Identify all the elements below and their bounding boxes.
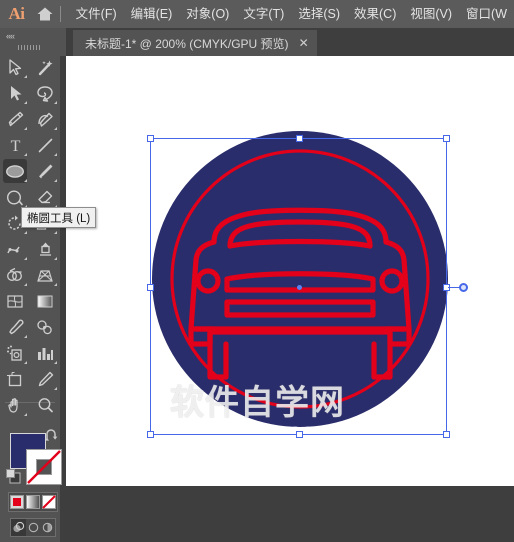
gradient-tool[interactable] xyxy=(30,288,60,314)
tool-flyout-corner-icon xyxy=(24,127,27,130)
tool-flyout-corner-icon xyxy=(24,231,27,234)
menu-select[interactable]: 选择(S) xyxy=(291,0,347,28)
tool-tooltip-label: 椭圆工具 (L) xyxy=(27,212,91,225)
none-slash-icon xyxy=(27,450,61,484)
handle-top-left[interactable] xyxy=(147,135,154,142)
draw-normal-button[interactable] xyxy=(11,519,26,536)
swap-fill-stroke-icon[interactable] xyxy=(44,429,58,447)
handle-bottom-right[interactable] xyxy=(443,431,450,438)
none-button[interactable] xyxy=(41,493,57,511)
selection-bounding-box xyxy=(147,135,468,438)
document-tab-label: 未标题-1* @ 200% (CMYK/GPU 预览) xyxy=(85,36,289,51)
menu-bar: Ai 文件(F) 编辑(E) 对象(O) 文字(T) 选择(S) 效果(C) 视… xyxy=(0,0,514,28)
tool-flyout-corner-icon xyxy=(54,387,57,390)
tool-flyout-corner-icon xyxy=(24,361,27,364)
svg-text:T: T xyxy=(10,138,20,154)
handle-top-center[interactable] xyxy=(296,135,303,142)
menu-window[interactable]: 窗口(W xyxy=(459,0,514,28)
column-graph-tool[interactable] xyxy=(30,340,60,366)
tool-flyout-corner-icon xyxy=(54,153,57,156)
mesh-tool[interactable] xyxy=(0,288,30,314)
blend-tool[interactable] xyxy=(30,314,60,340)
fill-type-buttons xyxy=(8,492,58,512)
shape-builder-tool[interactable] xyxy=(0,262,30,288)
perspective-grid-tool[interactable] xyxy=(30,262,60,288)
menu-object[interactable]: 对象(O) xyxy=(179,0,236,28)
symbol-sprayer-tool[interactable] xyxy=(0,340,30,366)
width-tool[interactable] xyxy=(0,236,30,262)
menu-effect[interactable]: 效果(C) xyxy=(347,0,403,28)
tool-tooltip: 椭圆工具 (L) xyxy=(21,207,97,228)
center-anchor-point xyxy=(297,285,302,290)
menu-type[interactable]: 文字(T) xyxy=(236,0,291,28)
tool-flyout-corner-icon xyxy=(54,361,57,364)
selection-tool[interactable] xyxy=(0,54,30,80)
paintbrush-tool[interactable] xyxy=(30,158,60,184)
app-logo: Ai xyxy=(8,4,26,23)
gradient-button[interactable] xyxy=(25,493,41,511)
tool-flyout-corner-icon xyxy=(24,335,27,338)
tool-flyout-corner-icon xyxy=(24,75,27,78)
handle-top-right[interactable] xyxy=(443,135,450,142)
document-tab[interactable]: 未标题-1* @ 200% (CMYK/GPU 预览) ✕ xyxy=(73,30,317,56)
artboard-tool[interactable] xyxy=(0,366,30,392)
solid-color-button[interactable] xyxy=(9,493,25,511)
free-transform-tool[interactable] xyxy=(30,236,60,262)
color-controls xyxy=(0,408,62,542)
draw-behind-button[interactable] xyxy=(26,519,41,536)
slice-tool[interactable] xyxy=(30,366,60,392)
menu-file[interactable]: 文件(F) xyxy=(69,0,124,28)
draw-inside-button[interactable] xyxy=(40,519,55,536)
tool-flyout-corner-icon xyxy=(24,413,27,416)
tool-flyout-corner-icon xyxy=(54,179,57,182)
tool-flyout-corner-icon xyxy=(54,101,57,104)
menu-edit[interactable]: 编辑(E) xyxy=(124,0,180,28)
document-area: 软件自学网 WWW.RJZXW.COM xyxy=(66,56,514,542)
lasso-tool[interactable] xyxy=(30,80,60,106)
tool-flyout-corner-icon xyxy=(24,179,27,182)
tool-flyout-corner-icon xyxy=(24,257,27,260)
ellipse-tool[interactable] xyxy=(0,158,30,184)
tool-flyout-corner-icon xyxy=(54,283,57,286)
document-tab-bar: 未标题-1* @ 200% (CMYK/GPU 预览) ✕ xyxy=(66,28,514,56)
stroke-color-swatch[interactable] xyxy=(26,449,62,485)
illustrator-window: Ai 文件(F) 编辑(E) 对象(O) 文字(T) 选择(S) 效果(C) 视… xyxy=(0,0,514,542)
type-tool[interactable]: T xyxy=(0,132,30,158)
direct-selection-tool[interactable] xyxy=(0,80,30,106)
close-icon[interactable]: ✕ xyxy=(299,37,309,49)
eyedropper-tool[interactable] xyxy=(0,314,30,340)
handle-bottom-left[interactable] xyxy=(147,431,154,438)
tools-panel: «« T 椭圆工具 (L) xyxy=(0,28,97,542)
default-colors-icon[interactable] xyxy=(6,469,21,489)
tool-flyout-corner-icon xyxy=(24,101,27,104)
tools-grid: T xyxy=(0,54,60,418)
drawing-mode-buttons xyxy=(10,518,56,537)
collapse-panel-icon[interactable]: «« xyxy=(6,31,15,41)
handle-bottom-center[interactable] xyxy=(296,431,303,438)
tool-flyout-corner-icon xyxy=(54,257,57,260)
tool-flyout-corner-icon xyxy=(54,231,57,234)
handle-middle-left[interactable] xyxy=(147,284,154,291)
tool-flyout-corner-icon xyxy=(24,283,27,286)
home-icon[interactable] xyxy=(33,0,58,28)
tool-flyout-corner-icon xyxy=(54,127,57,130)
line-segment-tool[interactable] xyxy=(30,132,60,158)
magic-wand-tool[interactable] xyxy=(30,54,60,80)
tool-flyout-corner-icon xyxy=(24,153,27,156)
panel-drag-grip[interactable] xyxy=(18,45,42,50)
curvature-tool[interactable] xyxy=(30,106,60,132)
artboard-canvas[interactable]: 软件自学网 WWW.RJZXW.COM xyxy=(66,56,514,486)
rotate-anchor-widget[interactable] xyxy=(459,283,468,292)
menu-view[interactable]: 视图(V) xyxy=(403,0,459,28)
pen-tool[interactable] xyxy=(0,106,30,132)
menubar-divider xyxy=(59,6,61,22)
